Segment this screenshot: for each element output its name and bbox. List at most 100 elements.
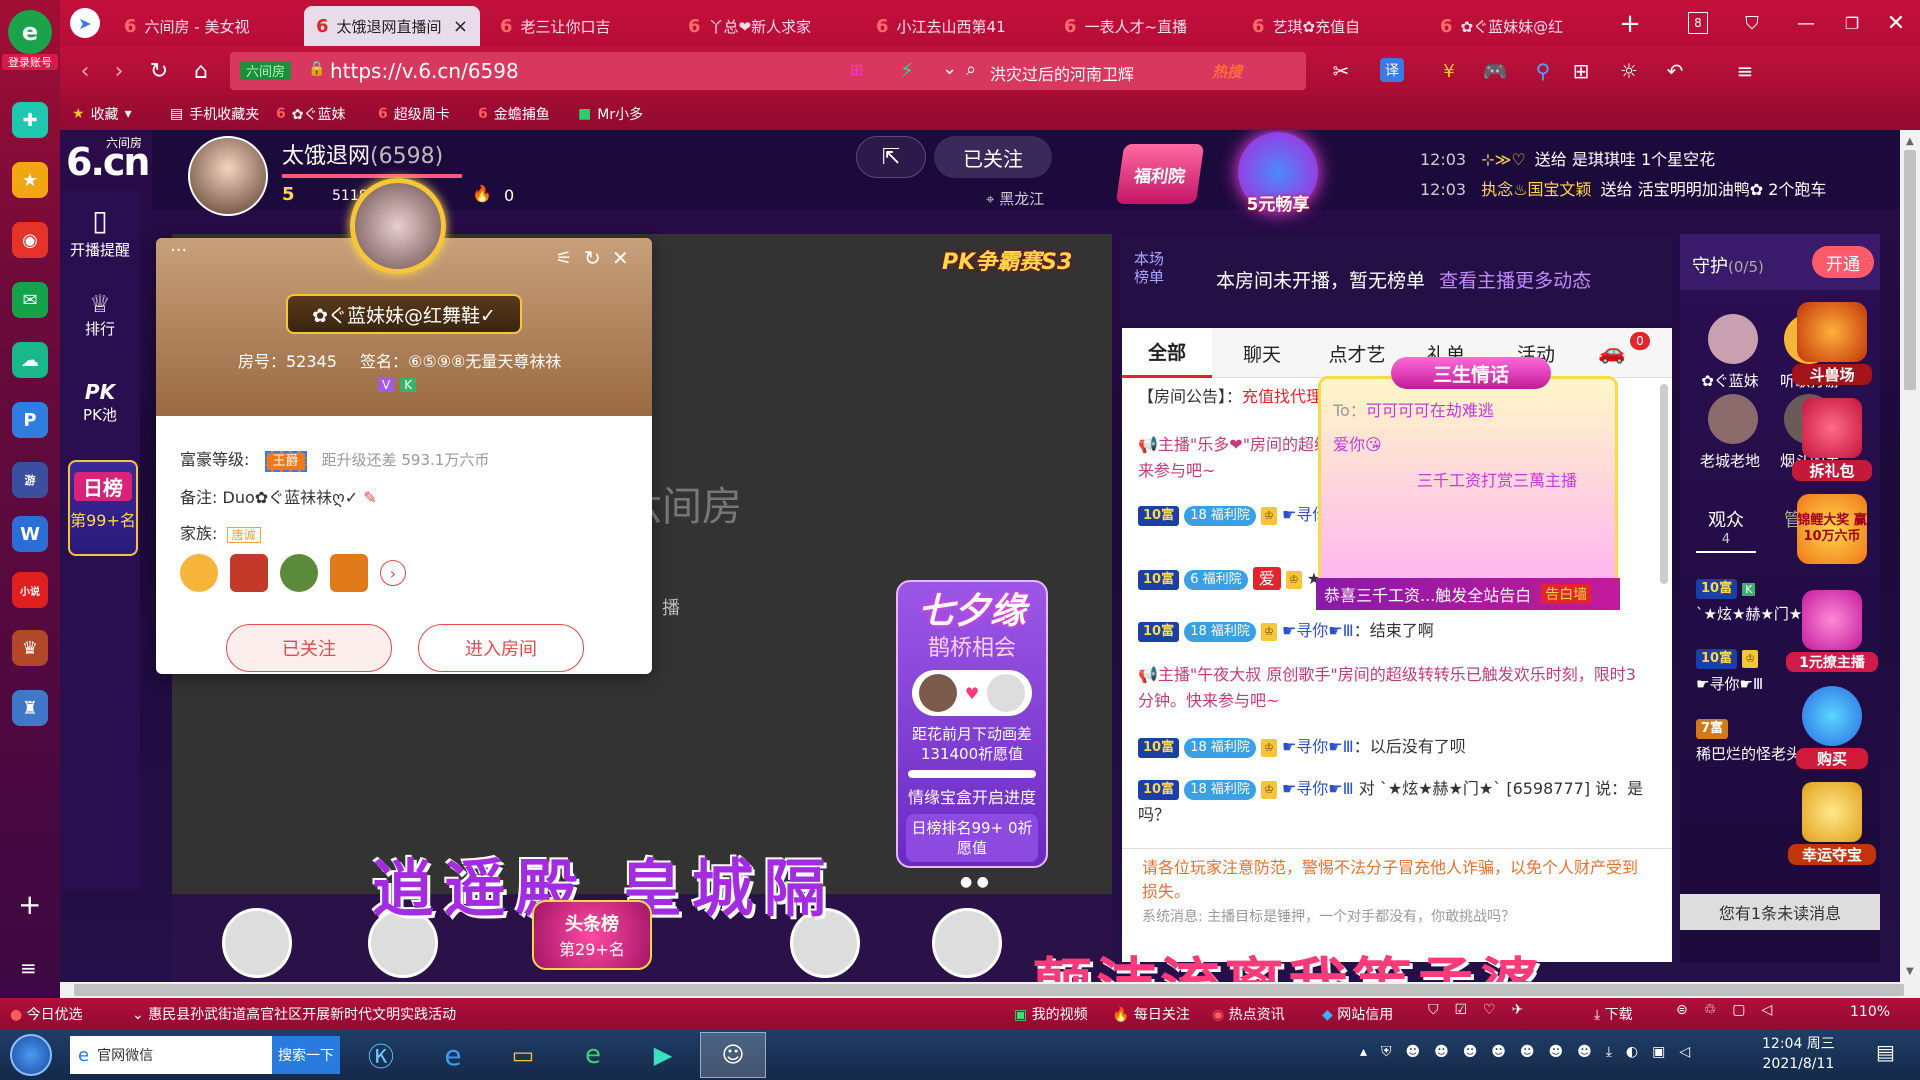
horizontal-scrollbar[interactable] — [60, 982, 1920, 998]
headline-rank-badge[interactable]: 头条榜 第29+名 — [532, 900, 652, 970]
tab-7[interactable]: 6 艺琪✿充值自 — [1240, 6, 1416, 46]
brightness-icon[interactable]: ☼ — [1614, 56, 1644, 86]
wand-icon[interactable]: ⚟ — [556, 248, 572, 269]
qixi-event-card[interactable]: 七夕缘 鹊桥相会 ♥ 距花前月下动画差131400祈愿值 情缘宝盒开启进度 日榜… — [896, 580, 1048, 868]
game3-icon[interactable]: ♜ — [12, 690, 48, 726]
grid-icon[interactable]: ⊞ — [850, 60, 863, 79]
tab-2[interactable]: 6 太饿退网直播间 × — [304, 6, 480, 46]
bookmark-lanmei[interactable]: 6 ✿ぐ蓝妹 — [276, 104, 345, 124]
p-app-icon[interactable]: P — [12, 402, 48, 438]
coin-icon[interactable]: ¥ — [1434, 56, 1464, 86]
tab-8[interactable]: 6 ✿ぐ蓝妹妹@红 — [1428, 6, 1604, 46]
translate-button[interactable]: 译 — [1380, 58, 1404, 82]
status-site-credit[interactable]: ◆ 网站信用 — [1322, 1004, 1393, 1024]
start-button[interactable] — [10, 1034, 52, 1076]
app-active-icon[interactable]: ☺ — [700, 1032, 766, 1078]
shop-icon[interactable]: 小说 — [12, 572, 48, 608]
tab-talent[interactable]: 点才艺 — [1312, 328, 1402, 378]
carousel-dots[interactable]: ● ● — [960, 874, 989, 890]
guard-avatar-1[interactable] — [1708, 314, 1758, 364]
bookmark-favorites[interactable]: ★ 收藏 ▾ — [72, 104, 132, 124]
medal-1-icon[interactable] — [180, 554, 218, 592]
medal-2-icon[interactable] — [230, 554, 268, 592]
zoom-level[interactable]: 110% — [1850, 1004, 1890, 1020]
activity-koi[interactable]: 锦鲤大奖 赢10万六币 — [1782, 494, 1882, 590]
car-icon[interactable]: 🚗 — [1598, 340, 1625, 365]
scissors-icon[interactable]: ✂ — [1326, 56, 1356, 86]
search-box[interactable]: ⌕ 洪灾过后的河南卫辉 热搜 — [956, 52, 1306, 90]
love-popup[interactable]: 三生情话 To：可可可可在劫难逃 爱你😘 三千工资打赏三萬主播 — [1318, 357, 1618, 586]
nav-pk[interactable]: PK PK池 — [60, 380, 140, 425]
tab-count-badge[interactable]: 8 — [1688, 12, 1708, 34]
nav-rank[interactable]: ♕ 排行 — [60, 290, 140, 339]
seat-avatar-4[interactable] — [932, 908, 1002, 978]
tab-1[interactable]: 6 六间房 - 美女视 — [112, 6, 298, 46]
taskbar-search-button[interactable]: 搜索一下 — [272, 1036, 340, 1074]
activity-arena[interactable]: 斗兽场 — [1782, 302, 1882, 398]
anchor-follow-button[interactable]: 已关注 — [934, 136, 1052, 178]
gamepad-icon[interactable]: 🎮 — [1480, 56, 1510, 86]
bookmark-weekcard[interactable]: 6 超级周卡 — [378, 104, 450, 124]
scroll-thumb[interactable] — [1904, 150, 1916, 390]
url-field[interactable]: 六间房 🔒 https://v.6.cn/6598 ⊞ ⚡ ⌄ — [230, 52, 980, 90]
chat-scrollbar[interactable] — [1660, 384, 1668, 584]
taskbar-search[interactable]: e 官网微信 — [70, 1036, 272, 1074]
welfare-button[interactable]: 福利院 — [1115, 144, 1205, 204]
close-tab-icon[interactable]: × — [445, 16, 468, 37]
send-icon[interactable]: ➤ — [70, 8, 100, 38]
game-app-icon[interactable]: 游 — [12, 462, 48, 498]
favorites-icon[interactable]: ★ — [12, 162, 48, 198]
weibo-icon[interactable]: ◉ — [12, 222, 48, 258]
refresh-icon[interactable]: ↻ — [144, 56, 174, 86]
anchor-avatar[interactable] — [188, 136, 268, 216]
enter-room-button[interactable]: 进入房间 — [418, 624, 584, 672]
home-icon[interactable]: ⌂ — [186, 56, 216, 86]
apps-icon[interactable]: ⊞ — [1566, 56, 1596, 86]
unread-message-bar[interactable]: 您有1条未读消息 — [1680, 894, 1880, 930]
tab-6[interactable]: 6 一表人才~直播 — [1052, 6, 1228, 46]
chevron-down-icon[interactable]: ⌄ — [942, 58, 957, 79]
status-download[interactable]: ⤓ 下载 — [1594, 1004, 1633, 1024]
more-medals-icon[interactable]: › — [380, 560, 406, 586]
activity-lucky[interactable]: 幸运夺宝 — [1782, 782, 1882, 878]
status-my-video[interactable]: ▣ 我的视频 — [1014, 1004, 1088, 1024]
bookmark-fishing[interactable]: 6 金蟾捕鱼 — [478, 104, 550, 124]
player-icon[interactable]: ▶ — [634, 1034, 692, 1076]
lightning-icon[interactable]: ⚡ — [900, 58, 914, 82]
more-icon[interactable]: ··· — [170, 240, 187, 261]
share-icon[interactable]: ⇱ — [856, 136, 926, 178]
clock[interactable]: 12:04 周三 2021/8/11 — [1762, 1034, 1835, 1074]
activity-gift-pack[interactable]: 拆礼包 — [1782, 398, 1882, 494]
minimize-icon[interactable]: — — [1790, 8, 1822, 38]
scroll-up-icon[interactable]: ▲ — [1906, 136, 1914, 147]
profile-avatar[interactable] — [350, 178, 446, 274]
add-icon[interactable]: + — [18, 888, 41, 921]
news-ticker[interactable]: ⌄ 惠民县孙武街道高官社区开展新时代文明实践活动 — [132, 1004, 456, 1024]
more-updates-link[interactable]: 查看主播更多动态 — [1439, 270, 1591, 292]
word-icon[interactable]: W — [12, 516, 48, 552]
cloud-icon[interactable]: ☁ — [12, 342, 48, 378]
tab-audience[interactable]: 观众 4 — [1696, 506, 1756, 553]
notification-icon[interactable]: ▤ — [1876, 1040, 1895, 1064]
browser-taskbar-icon[interactable]: e — [564, 1034, 622, 1076]
refresh-card-icon[interactable]: ↻ — [584, 246, 601, 270]
tray-icons[interactable]: ▴⛨☻☻☻☻☻☻☻⤓◐▣◁ — [1360, 1044, 1704, 1060]
status-hot-news[interactable]: ◉ 热点资讯 — [1212, 1004, 1285, 1024]
status-right-icons[interactable]: ⊜♲▢◁ — [1676, 1002, 1788, 1018]
undo-icon[interactable]: ↶ — [1660, 56, 1690, 86]
plugin-icon[interactable]: ✚ — [12, 102, 48, 138]
medal-4-icon[interactable] — [330, 554, 368, 592]
bookmark-mrxiaoduo[interactable]: ■ Mr小多 — [578, 104, 643, 124]
status-tool-icons[interactable]: ⛉☑♡✈ — [1428, 1002, 1539, 1018]
activity-buy[interactable]: 购买 — [1782, 686, 1882, 782]
status-daily-focus[interactable]: 🔥 每日关注 — [1112, 1004, 1190, 1024]
tab-chat[interactable]: 聊天 — [1222, 328, 1302, 378]
guard-open-button[interactable]: 开通 — [1812, 246, 1874, 278]
pk-contest-logo[interactable]: PK争霸赛S3 — [942, 244, 1072, 276]
activity-one-yuan[interactable]: 1元撩主播 — [1782, 590, 1882, 686]
explorer-icon[interactable]: ▭ — [494, 1034, 552, 1076]
back-icon[interactable]: ‹ — [70, 56, 100, 86]
today-picks[interactable]: ● 今日优选 — [10, 1004, 83, 1024]
seat-avatar-1[interactable] — [222, 908, 292, 978]
love-footer[interactable]: 恭喜三千工资...触发全站告白 告白墙 — [1316, 578, 1620, 610]
